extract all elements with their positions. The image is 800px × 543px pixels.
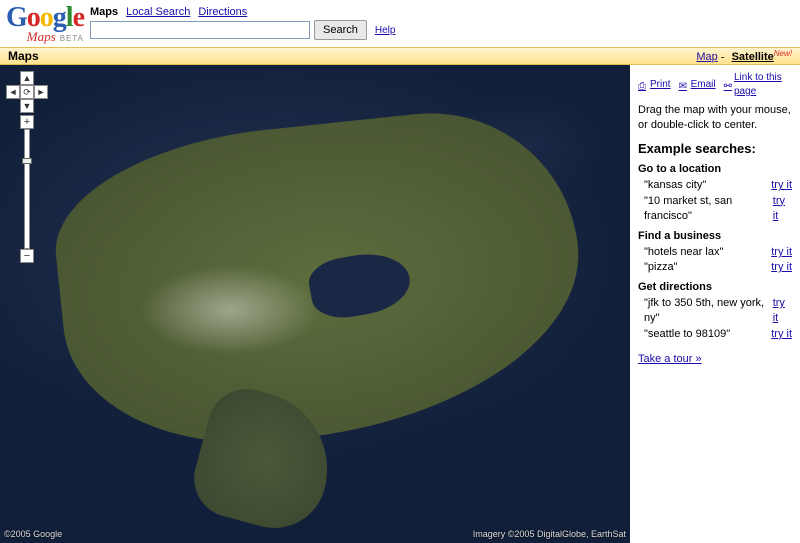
nav-local-search-link[interactable]: Local Search [126, 6, 190, 18]
search-button[interactable]: Search [314, 20, 367, 40]
example-group-directions: Get directions "jfk to 350 5th, new york… [638, 280, 792, 343]
view-map-link[interactable]: Map [696, 51, 717, 63]
example-heading: Example searches: [638, 140, 792, 158]
nav-maps-tab: Maps [90, 6, 118, 18]
logo-subtitle: Maps BETA [27, 30, 84, 43]
pan-right-button[interactable]: ► [34, 85, 48, 99]
pan-left-button[interactable]: ◄ [6, 85, 20, 99]
email-link[interactable]: ✉Email [679, 78, 716, 92]
example-row: "kansas city"try it [638, 178, 792, 193]
example-row: "hotels near lax"try it [638, 245, 792, 260]
view-toggle: Map - SatelliteNew! [692, 49, 792, 64]
sidebar-actions: ⎙Print ✉Email ⚯Link to this page [638, 71, 792, 99]
example-row: "10 market st, san francisco"try it [638, 194, 792, 225]
example-row: "jfk to 350 5th, new york, ny"try it [638, 296, 792, 327]
page-header: Google Maps BETA Maps Local Search Direc… [0, 0, 800, 47]
search-form: Search Help [90, 20, 395, 40]
content-area: ▲ ◄ ⟳ ► ▼ + − ©2005 Google Imagery ©2005… [0, 65, 800, 543]
map-controls: ▲ ◄ ⟳ ► ▼ + − [6, 71, 48, 263]
try-it-link[interactable]: try it [771, 327, 792, 342]
zoom-out-button[interactable]: − [20, 249, 34, 263]
help-link[interactable]: Help [375, 25, 396, 36]
link-icon: ⚯ [724, 80, 732, 90]
copyright-imagery: Imagery ©2005 DigitalGlobe, EarthSat [473, 529, 626, 539]
pan-down-button[interactable]: ▼ [20, 99, 34, 113]
google-maps-logo: Google Maps BETA [6, 4, 84, 43]
page-title: Maps [8, 49, 39, 63]
try-it-link[interactable]: try it [771, 245, 792, 260]
google-logo-text: Google [6, 4, 84, 32]
example-row: "pizza"try it [638, 260, 792, 275]
sidebar: ⎙Print ✉Email ⚯Link to this page Drag th… [630, 65, 800, 543]
nav-links: Maps Local Search Directions [90, 6, 395, 18]
try-it-link[interactable]: try it [773, 296, 792, 327]
search-input[interactable] [90, 21, 310, 39]
view-toolbar: Maps Map - SatelliteNew! [0, 47, 800, 65]
permalink-link[interactable]: ⚯Link to this page [724, 71, 792, 99]
zoom-in-button[interactable]: + [20, 115, 34, 129]
zoom-slider-handle[interactable] [22, 158, 32, 164]
try-it-link[interactable]: try it [771, 260, 792, 275]
pan-up-button[interactable]: ▲ [20, 71, 34, 85]
example-group-business: Find a business "hotels near lax"try it … [638, 229, 792, 276]
pan-controls: ▲ ◄ ⟳ ► ▼ [6, 71, 48, 113]
recenter-button[interactable]: ⟳ [20, 85, 34, 99]
view-satellite-link[interactable]: Satellite [732, 51, 774, 63]
example-row: "seattle to 98109"try it [638, 327, 792, 342]
take-tour-link[interactable]: Take a tour » [638, 352, 702, 367]
zoom-controls: + − [20, 115, 34, 263]
try-it-link[interactable]: try it [771, 178, 792, 193]
try-it-link[interactable]: try it [773, 194, 792, 225]
print-link[interactable]: ⎙Print [638, 78, 671, 92]
new-badge: New! [774, 49, 792, 58]
zoom-slider-track[interactable] [24, 129, 30, 249]
example-group-location: Go to a location "kansas city"try it "10… [638, 162, 792, 225]
nav-directions-link[interactable]: Directions [198, 6, 247, 18]
drag-tip-text: Drag the map with your mouse, or double-… [638, 103, 792, 134]
copyright-google: ©2005 Google [4, 529, 62, 539]
email-icon: ✉ [679, 80, 689, 90]
print-icon: ⎙ [638, 80, 648, 90]
top-navigation: Maps Local Search Directions Search Help [90, 4, 395, 40]
map-viewport[interactable]: ▲ ◄ ⟳ ► ▼ + − ©2005 Google Imagery ©2005… [0, 65, 630, 543]
